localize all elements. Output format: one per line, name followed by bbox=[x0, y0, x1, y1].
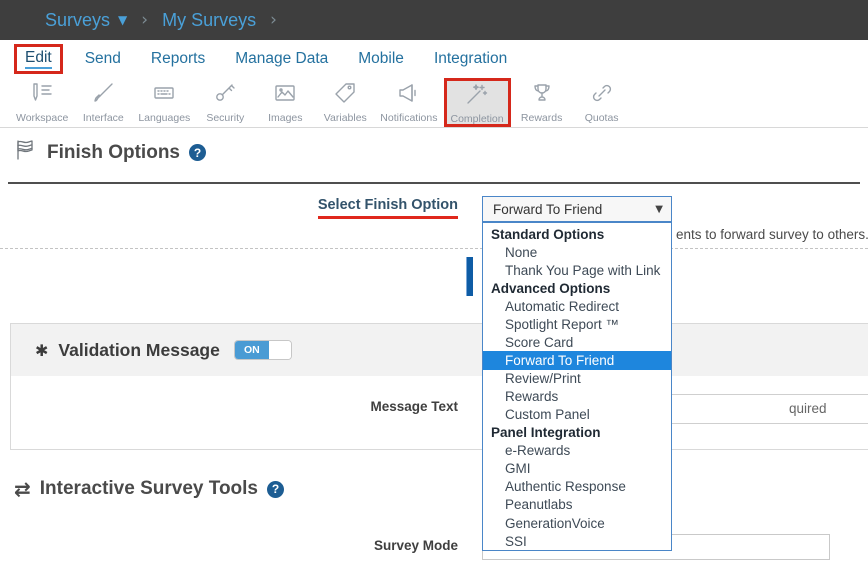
tab-bar: Edit Send Reports Manage Data Mobile Int… bbox=[0, 40, 868, 78]
toolbar-item-quotas[interactable]: Quotas bbox=[573, 78, 631, 127]
toolbar-item-label: Workspace bbox=[16, 112, 68, 124]
flag-icon bbox=[14, 138, 38, 167]
breadcrumb-separator-icon: › bbox=[141, 10, 148, 30]
toggle-on-label: ON bbox=[235, 341, 269, 359]
dropdown-option[interactable]: Authentic Response bbox=[483, 478, 671, 496]
validation-message-panel: ✱ Validation Message ON bbox=[10, 323, 868, 450]
toolbar-item-notifications[interactable]: Notifications bbox=[376, 78, 441, 127]
finish-option-select[interactable]: Forward To Friend ▼ bbox=[482, 196, 672, 222]
tab-manage-data[interactable]: Manage Data bbox=[235, 50, 328, 68]
megaphone-icon bbox=[396, 81, 422, 110]
breadcrumb-surveys[interactable]: Surveys ▼ bbox=[45, 10, 127, 31]
dropdown-option[interactable]: Thank You Page with Link bbox=[483, 261, 671, 279]
image-icon bbox=[272, 81, 298, 110]
toggle-knob bbox=[269, 341, 291, 359]
interactive-survey-tools-header: ⇄ Interactive Survey Tools ? bbox=[14, 477, 284, 501]
dropdown-option[interactable]: None bbox=[483, 243, 671, 261]
dropdown-option[interactable]: Rewards bbox=[483, 388, 671, 406]
dashed-divider bbox=[0, 248, 868, 249]
survey-mode-label: Survey Mode bbox=[0, 538, 458, 553]
toolbar-item-workspace[interactable]: Workspace bbox=[12, 78, 72, 127]
toolbar-item-label: Languages bbox=[138, 112, 190, 124]
toolbar-item-label: Interface bbox=[83, 112, 124, 124]
toolbar-item-label: Notifications bbox=[380, 112, 437, 124]
paintbrush-icon bbox=[90, 81, 116, 110]
interactive-survey-tools-title: Interactive Survey Tools bbox=[40, 478, 258, 500]
asterisk-icon: ✱ bbox=[35, 341, 48, 360]
finish-options-title: Finish Options bbox=[47, 142, 180, 164]
chain-links-icon bbox=[589, 81, 615, 110]
finish-options-header: Finish Options ? bbox=[14, 138, 206, 167]
dropdown-option[interactable]: Custom Panel bbox=[483, 406, 671, 424]
toolbar-item-label: Variables bbox=[324, 112, 367, 124]
message-text-label: Message Text bbox=[0, 399, 458, 414]
finish-option-dropdown: Standard Options None Thank You Page wit… bbox=[482, 222, 672, 551]
toolbar-item-label: Completion bbox=[451, 113, 504, 125]
keyboard-icon bbox=[151, 81, 177, 110]
dropdown-option[interactable]: Standard Options bbox=[483, 225, 671, 243]
dropdown-option[interactable]: Forward To Friend bbox=[483, 351, 671, 369]
tab-reports[interactable]: Reports bbox=[151, 50, 205, 68]
help-icon[interactable]: ? bbox=[267, 481, 284, 498]
toolbar-item-label: Quotas bbox=[585, 112, 619, 124]
key-icon bbox=[212, 81, 238, 110]
dropdown-option[interactable]: Advanced Options bbox=[483, 279, 671, 297]
edit-toolbar: Workspace Interface Languages Security I… bbox=[0, 78, 868, 128]
dropdown-option[interactable]: Score Card bbox=[483, 333, 671, 351]
dropdown-option[interactable]: Review/Print bbox=[483, 370, 671, 388]
magic-wand-icon bbox=[464, 82, 490, 111]
workspace-icon bbox=[29, 81, 55, 110]
dropdown-option[interactable]: SSI bbox=[483, 532, 671, 550]
tab-edit-label: Edit bbox=[25, 49, 52, 69]
tab-mobile[interactable]: Mobile bbox=[358, 50, 404, 68]
validation-message-title: Validation Message bbox=[58, 340, 219, 361]
breadcrumb-my-surveys-label: My Surveys bbox=[162, 10, 256, 31]
breadcrumb-my-surveys[interactable]: My Surveys bbox=[162, 10, 256, 31]
toolbar-item-label: Images bbox=[268, 112, 302, 124]
dropdown-option[interactable]: Panel Integration bbox=[483, 424, 671, 442]
tab-integration[interactable]: Integration bbox=[434, 50, 507, 68]
chevron-down-icon: ▼ bbox=[118, 13, 127, 27]
tab-edit[interactable]: Edit bbox=[14, 44, 63, 74]
validation-toggle[interactable]: ON bbox=[234, 340, 292, 360]
toolbar-item-images[interactable]: Images bbox=[256, 78, 314, 127]
page: Surveys ▼ › My Surveys › Edit Send Repor… bbox=[0, 0, 868, 567]
breadcrumb-separator-icon: › bbox=[270, 10, 277, 30]
trophy-icon bbox=[529, 81, 555, 110]
toolbar-item-interface[interactable]: Interface bbox=[74, 78, 132, 127]
section-divider bbox=[8, 182, 860, 184]
toolbar-item-languages[interactable]: Languages bbox=[134, 78, 194, 127]
toolbar-item-completion[interactable]: Completion bbox=[444, 78, 511, 127]
dropdown-option[interactable]: e-Rewards bbox=[483, 442, 671, 460]
select-arrow-icon: ▼ bbox=[655, 204, 663, 215]
help-icon[interactable]: ? bbox=[189, 144, 206, 161]
dropdown-option[interactable]: Spotlight Report ™ bbox=[483, 315, 671, 333]
tag-icon bbox=[332, 81, 358, 110]
dropdown-option[interactable]: GMI bbox=[483, 460, 671, 478]
dropdown-option[interactable]: Peanutlabs bbox=[483, 496, 671, 514]
toolbar-item-rewards[interactable]: Rewards bbox=[513, 78, 571, 127]
dropdown-option[interactable]: Automatic Redirect bbox=[483, 297, 671, 315]
validation-message-header: ✱ Validation Message ON bbox=[11, 324, 868, 376]
finish-option-description: ents to forward survey to others. ? bbox=[676, 227, 868, 242]
finish-option-select-value: Forward To Friend bbox=[493, 202, 602, 217]
tab-send[interactable]: Send bbox=[85, 50, 121, 68]
dropdown-option[interactable]: GenerationVoice bbox=[483, 514, 671, 532]
swap-arrows-icon: ⇄ bbox=[14, 477, 31, 501]
toolbar-item-label: Rewards bbox=[521, 112, 562, 124]
top-navbar: Surveys ▼ › My Surveys › bbox=[0, 0, 868, 40]
toolbar-item-security[interactable]: Security bbox=[196, 78, 254, 127]
breadcrumb-surveys-label: Surveys bbox=[45, 10, 110, 31]
toolbar-item-variables[interactable]: Variables bbox=[316, 78, 374, 127]
select-finish-option-label: Select Finish Option bbox=[0, 197, 458, 219]
occluded-button-edge[interactable] bbox=[466, 257, 473, 296]
toolbar-item-label: Security bbox=[206, 112, 244, 124]
